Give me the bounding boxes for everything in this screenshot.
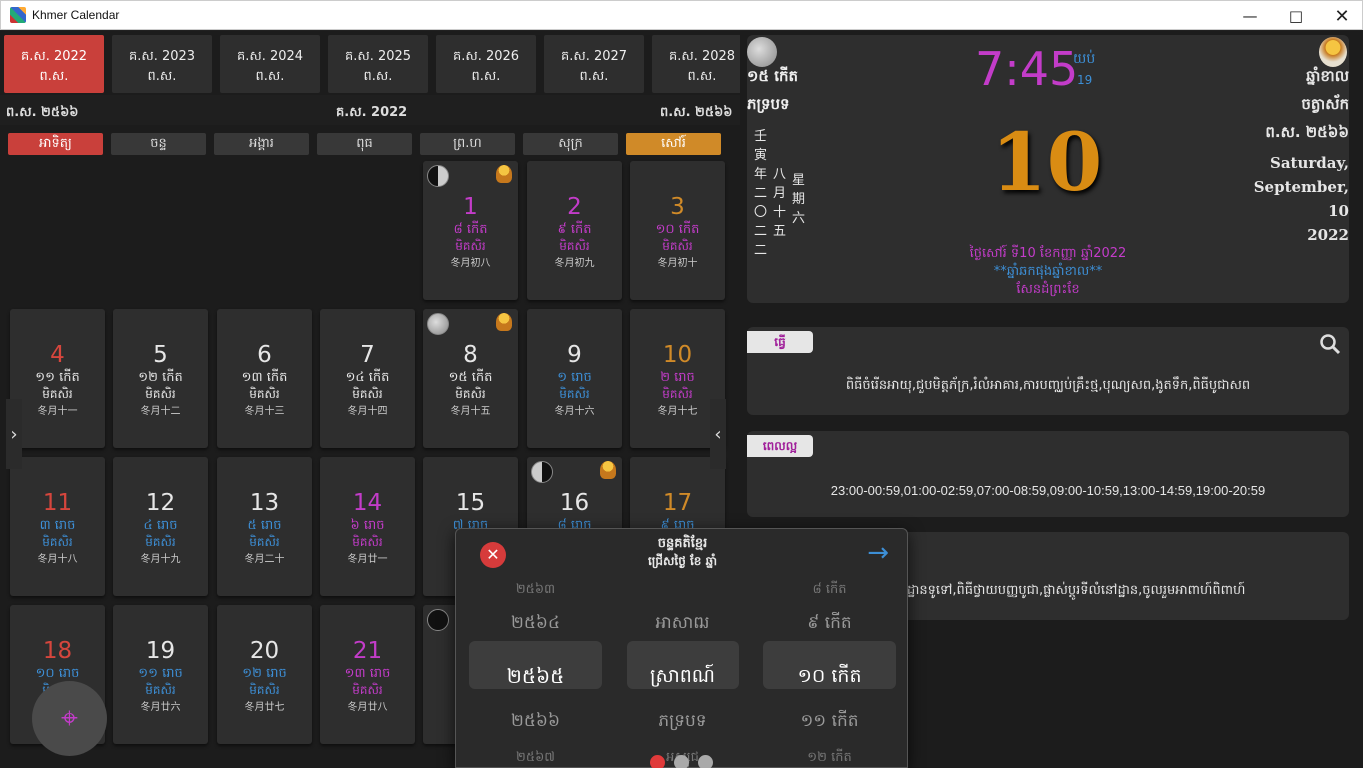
search-icon[interactable]: [1319, 333, 1341, 355]
today-card: ១៥ កើត ភទ្របទ 壬寅年二〇二二 八月十五 星期六 7:45 យប់ …: [747, 35, 1349, 303]
weekday-wed: ពុធ: [317, 133, 412, 155]
prev-month-button[interactable]: ‹: [710, 399, 726, 469]
day-cell-4[interactable]: 4 ១១ កើត មិគសិរ 冬月十一: [10, 309, 105, 448]
day-cell-19[interactable]: 19 ១១ រោច មិគសិរ 冬月廿六: [113, 605, 208, 744]
month-wheel[interactable]: អាសាឍ ស្រាពណ៍ ភទ្របទ អស្សុជ: [616, 581, 749, 765]
weekday-tue: អង្គារ: [214, 133, 309, 155]
activity-text: ពិធីចំរើនអាយុ,ជួបមិត្តភ័ក្រ,រំលំអាគារ,កា…: [845, 378, 1251, 393]
day-cell-21[interactable]: 21 ១៣ រោច មិគសិរ 冬月廿八: [320, 605, 415, 744]
minimize-icon[interactable]: —: [1227, 1, 1273, 31]
day-cell-20[interactable]: 20 ១២ រោច មិគសិរ 冬月廿七: [217, 605, 312, 744]
day-cell-12[interactable]: 12 ៤ រោច មិគសិរ 冬月十九: [113, 457, 208, 596]
weekday-sat: សៅរ៍: [626, 133, 721, 155]
day-cell-5[interactable]: 5 ១២ កើត មិគសិរ 冬月十二: [113, 309, 208, 448]
chinese-weekday: 星期六: [792, 173, 806, 226]
next-month-button[interactable]: ›: [6, 399, 22, 469]
ad-year: គ.ស. 2022: [336, 105, 408, 120]
weekday-fri: សុក្រ: [523, 133, 618, 155]
khmer-date: ថ្ងៃសៅរ៍ ទី10 ខែកញ្ញា ឆ្នាំ2022: [969, 246, 1127, 261]
holiday-label: សែនដំព្រះខែ: [1016, 282, 1080, 297]
dialog-subtitle: ជ្រើសថ្ងៃ ខែ ឆ្នាំ: [647, 554, 718, 568]
year-wheel[interactable]: ២៥៦៣ ២៥៦៤ ២៥៦៥ ២៥៦៦ ២៥៦៧: [469, 581, 602, 765]
day-cell-9[interactable]: 9១ រោច មិគសិរ 冬月十六: [527, 309, 622, 448]
crosshair-icon: ⌖: [61, 701, 78, 736]
tab-2025[interactable]: គ.ស. 2025 ព.ស.: [328, 35, 428, 93]
day-cell-1[interactable]: 1៨ កើត មិគសិរ 冬月初八: [423, 161, 518, 300]
title-bar: Khmer Calendar — □ ✕: [0, 0, 1363, 30]
monk-icon: [1319, 37, 1347, 67]
lunar-month: ភទ្របទ: [747, 95, 790, 113]
monk-icon: [496, 313, 512, 331]
chinese-year: 壬寅年二〇二二: [754, 129, 768, 258]
moon-phase-icon: [531, 461, 553, 483]
date-picker-dialog: ✕ ចន្ទគតិខ្មែរ ជ្រើសថ្ងៃ ខែ ឆ្នាំ → ២៥៦៣…: [455, 528, 908, 768]
today-locate-button[interactable]: ⌖: [32, 681, 107, 756]
clock-time: 7:45: [975, 42, 1079, 96]
avoid-text: ដ្ឋានទូទៅ,ពិធីថ្វាយបញ្ញបូជា,ផ្លាស់ប្តូរទ…: [907, 583, 1246, 598]
dialog-title: ចន្ទគតិខ្មែរ: [657, 536, 708, 551]
tab-2028[interactable]: គ.ស. 2028 ព.ស.: [652, 35, 740, 93]
day-cell-3[interactable]: 3 ១០ កើត មិគសិរ 冬月初十: [630, 161, 725, 300]
good-time-text: 23:00-00:59,01:00-02:59,07:00-08:59,09:0…: [830, 483, 1266, 498]
good-time-card: ពេលល្អ 23:00-00:59,01:00-02:59,07:00-08:…: [747, 431, 1349, 517]
moon-phase-icon: [427, 609, 449, 631]
activity-label: ធ្វើ: [747, 331, 813, 353]
full-moon-icon: [747, 37, 777, 67]
day-wheel[interactable]: ៨ កើត ៩ កើត ១០ កើត ១១ កើត ១២ កើត: [763, 581, 896, 765]
page-dot[interactable]: [674, 755, 689, 768]
activity-card: ធ្វើ ពិធីចំរើនអាយុ,ជួបមិត្តភ័ក្រ,រំលំអាគ…: [747, 327, 1349, 415]
tab-2024[interactable]: គ.ស. 2024 ព.ស.: [220, 35, 320, 93]
be-year-left: ព.ស. ២៥៦៦: [6, 105, 79, 120]
tab-2027[interactable]: គ.ស. 2027 ព.ស.: [544, 35, 644, 93]
weekday-thu: ព្រ.ហ: [420, 133, 515, 155]
clock-period: យប់: [1073, 51, 1096, 67]
year-tabs: គ.ស. 2022 ព.ស. គ.ស. 2023 ព.ស. គ.ស. 2024 ព.ស…: [4, 35, 740, 93]
window-title: Khmer Calendar: [32, 8, 120, 22]
page-dot-active[interactable]: [650, 755, 665, 768]
lunar-day: ១៥ កើត: [747, 67, 798, 85]
gregorian-date: Saturday, September, 10 2022: [1253, 154, 1349, 244]
year-animal: ឆ្នាំខាល: [1306, 67, 1349, 85]
page-dot[interactable]: [698, 755, 713, 768]
moon-phase-icon: [427, 313, 449, 335]
weekday-mon: ចន្ទ: [111, 133, 206, 155]
clock-seconds: 19: [1077, 73, 1093, 87]
monk-icon: [496, 165, 512, 183]
big-day: 10: [991, 115, 1103, 209]
day-cell-6[interactable]: 6 ១៣ កើត មិគសិរ 冬月十三: [217, 309, 312, 448]
day-cell-11[interactable]: 11 ៣ រោច មិគសិរ 冬月十八: [10, 457, 105, 596]
tab-2022[interactable]: គ.ស. 2022 ព.ស.: [4, 35, 104, 93]
close-icon[interactable]: ✕: [1319, 1, 1363, 31]
monk-icon: [600, 461, 616, 479]
app-calendar-icon: [10, 7, 26, 23]
arrow-right-icon[interactable]: →: [867, 539, 889, 567]
maximize-icon[interactable]: □: [1273, 1, 1319, 31]
day-cell-7[interactable]: 7 ១៤ កើត មិគសិរ 冬月十四: [320, 309, 415, 448]
good-time-label: ពេលល្អ: [747, 435, 813, 457]
tab-2023[interactable]: គ.ស. 2023 ព.ស.: [112, 35, 212, 93]
month-header: ព.ស. ២៥៦៦ គ.ស. 2022 ព.ស. ២៥៦៦: [0, 95, 740, 125]
buddhist-era: ព.ស. ២៥៦៦: [1265, 123, 1349, 141]
be-year-right: ព.ស. ២៥៦៦: [660, 105, 733, 120]
weekday-sun: អាទិត្យ: [8, 133, 103, 155]
day-cell-14[interactable]: 14 ៦ រោច មិគសិរ 冬月廿一: [320, 457, 415, 596]
day-cell-13[interactable]: 13 ៥ រោច មិគសិរ 冬月二十: [217, 457, 312, 596]
day-cell-8[interactable]: 8 ១៥ កើត មិគសិរ 冬月十五: [423, 309, 518, 448]
moon-phase-icon: [427, 165, 449, 187]
day-cell-2[interactable]: 2៩ កើត មិគសិរ 冬月初九: [527, 161, 622, 300]
era: ចត្វាស័ក: [1301, 95, 1349, 113]
year-note: **ឆ្នាំឆកផុងឆ្នាំខាល**: [993, 264, 1103, 279]
tab-2026[interactable]: គ.ស. 2026 ព.ស.: [436, 35, 536, 93]
weekday-header: អាទិត្យ ចន្ទ អង្គារ ពុធ ព្រ.ហ សុក្រ សៅរ៍: [8, 133, 721, 155]
chinese-lunar-date: 八月十五: [773, 167, 787, 239]
